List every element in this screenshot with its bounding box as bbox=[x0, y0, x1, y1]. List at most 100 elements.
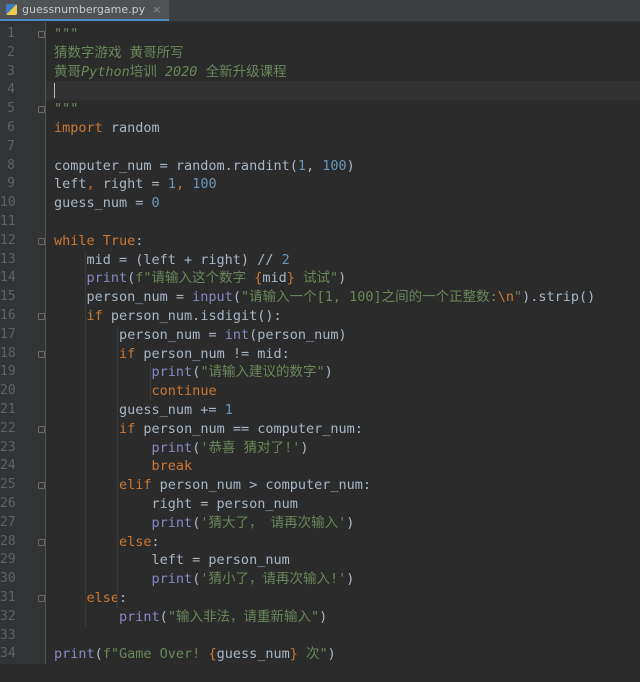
code-token: mid = (left + right) // bbox=[54, 251, 282, 268]
code-token: person_num != mid: bbox=[135, 345, 290, 362]
code-token: } bbox=[286, 270, 295, 287]
code-token: 100 bbox=[192, 176, 217, 193]
line-number: 34 bbox=[0, 646, 16, 662]
code-token: ) bbox=[338, 270, 347, 287]
code-line[interactable]: while True: bbox=[46, 232, 640, 251]
code-token: """ bbox=[54, 101, 79, 118]
code-token: ) bbox=[319, 608, 328, 625]
code-token: mid bbox=[262, 270, 287, 287]
code-token: , bbox=[175, 176, 185, 193]
code-line[interactable]: if person_num != mid: bbox=[46, 345, 640, 364]
code-line[interactable]: person_num = int(person_num) bbox=[46, 326, 640, 345]
code-token: input bbox=[192, 289, 233, 306]
code-area[interactable]: """ 猜数字游戏 黄哥所写 黄哥Python培训 2020 全新升级课程 """ im… bbox=[46, 22, 640, 664]
line-number: 13 bbox=[0, 251, 16, 267]
file-tab[interactable]: guessnumbergame.py × bbox=[0, 0, 170, 21]
code-token: 0 bbox=[151, 195, 160, 212]
line-number: 29 bbox=[0, 552, 16, 568]
line-number: 3 bbox=[7, 63, 15, 79]
line-number: 11 bbox=[0, 213, 16, 229]
code-line[interactable]: left, right = 1, 100 bbox=[46, 175, 640, 194]
code-token: if bbox=[119, 345, 136, 362]
code-line[interactable]: mid = (left + right) // 2 bbox=[46, 251, 640, 270]
code-line[interactable]: print("输入非法，请重新输入") bbox=[46, 608, 640, 627]
code-token: 2 bbox=[281, 251, 290, 268]
code-line[interactable] bbox=[46, 213, 640, 232]
code-line[interactable]: import random bbox=[46, 119, 640, 138]
code-line[interactable]: print(f"请输入这个数字 {mid} 试试") bbox=[46, 269, 640, 288]
code-line[interactable]: guess_num += 1 bbox=[46, 401, 640, 420]
code-token: "请输入一个[1, 100]之间的一个正整数: bbox=[240, 289, 498, 306]
code-line[interactable]: elif person_num > computer_num: bbox=[46, 476, 640, 495]
code-token: while bbox=[54, 232, 95, 249]
code-line[interactable]: left = person_num bbox=[46, 551, 640, 570]
code-token: ) bbox=[346, 514, 355, 531]
code-line[interactable]: """ bbox=[46, 100, 640, 119]
code-token: ) bbox=[346, 571, 355, 588]
code-token: if bbox=[119, 420, 136, 437]
code-token: else bbox=[86, 589, 120, 606]
fold-marker-icon[interactable] bbox=[38, 237, 45, 245]
code-token: '猜大了， 请再次输入' bbox=[200, 514, 347, 531]
code-token: "请输入建议的数字" bbox=[200, 364, 325, 381]
code-token: 试试" bbox=[294, 270, 339, 287]
code-token: computer_num = random.randint( bbox=[54, 157, 298, 174]
code-line[interactable]: else: bbox=[46, 533, 640, 552]
line-number: 8 bbox=[7, 157, 15, 173]
code-token: print bbox=[54, 646, 95, 663]
code-token: , bbox=[305, 157, 323, 174]
code-line[interactable] bbox=[46, 81, 640, 101]
code-line[interactable]: print(f"Game Over! {guess_num} 次") bbox=[46, 645, 640, 664]
line-number: 6 bbox=[7, 119, 15, 135]
code-token: True bbox=[102, 232, 136, 249]
code-token: print bbox=[151, 571, 193, 588]
close-icon[interactable]: × bbox=[152, 3, 161, 16]
code-editor[interactable]: 1 2 3 4 5 6 7 8 9 10 11 12 13 14 15 16 17 18 19 20 21 22 23 24 2… bbox=[0, 22, 640, 665]
editor-tab-bar: guessnumbergame.py × bbox=[0, 0, 640, 22]
line-number: 17 bbox=[0, 326, 16, 342]
code-line[interactable]: computer_num = random.randint(1, 100) bbox=[46, 157, 640, 176]
code-line[interactable]: """ bbox=[46, 25, 640, 44]
code-line[interactable]: if person_num == computer_num: bbox=[46, 420, 640, 439]
code-token: ) bbox=[327, 646, 336, 663]
code-token: 次" bbox=[297, 646, 328, 663]
code-token: f"Game Over! bbox=[102, 646, 209, 663]
code-line[interactable]: break bbox=[46, 457, 640, 476]
fold-marker-icon[interactable] bbox=[38, 538, 45, 546]
fold-marker-icon[interactable] bbox=[38, 595, 45, 602]
code-line[interactable]: continue bbox=[46, 382, 640, 401]
line-number: 14 bbox=[0, 270, 16, 286]
code-token: continue bbox=[151, 383, 217, 400]
code-line[interactable]: person_num = input("请输入一个[1, 100]之间的一个正整… bbox=[46, 288, 640, 307]
code-line[interactable]: print('猜小了，请再次输入!') bbox=[46, 570, 640, 589]
code-token: person_num.isdigit(): bbox=[102, 307, 282, 324]
code-line[interactable]: print("请输入建议的数字") bbox=[46, 363, 640, 382]
code-token: 100 bbox=[322, 157, 347, 174]
code-line[interactable]: print('猜大了， 请再次输入') bbox=[46, 514, 640, 533]
code-line[interactable] bbox=[46, 138, 640, 157]
code-line[interactable]: print('恭喜 猜对了!') bbox=[46, 439, 640, 458]
code-line[interactable]: guess_num = 0 bbox=[46, 194, 640, 213]
code-line[interactable]: right = person_num bbox=[46, 495, 640, 514]
text-cursor bbox=[54, 82, 55, 98]
fold-marker-icon[interactable] bbox=[38, 106, 45, 114]
fold-marker-icon[interactable] bbox=[38, 350, 45, 358]
code-line[interactable]: 猜数字游戏 黄哥所写 bbox=[46, 44, 640, 63]
code-line[interactable]: if person_num.isdigit(): bbox=[46, 307, 640, 326]
code-line[interactable] bbox=[46, 627, 640, 646]
line-number: 27 bbox=[0, 514, 16, 530]
fold-marker-icon[interactable] bbox=[38, 425, 45, 433]
fold-marker-icon[interactable] bbox=[38, 482, 45, 490]
fold-marker-icon[interactable] bbox=[38, 313, 45, 320]
code-line[interactable]: else: bbox=[46, 589, 640, 608]
code-line[interactable]: 黄哥Python培训 2020 全新升级课程 bbox=[46, 63, 640, 82]
tab-filename: guessnumbergame.py bbox=[22, 2, 146, 16]
fold-marker-icon[interactable] bbox=[38, 31, 45, 38]
